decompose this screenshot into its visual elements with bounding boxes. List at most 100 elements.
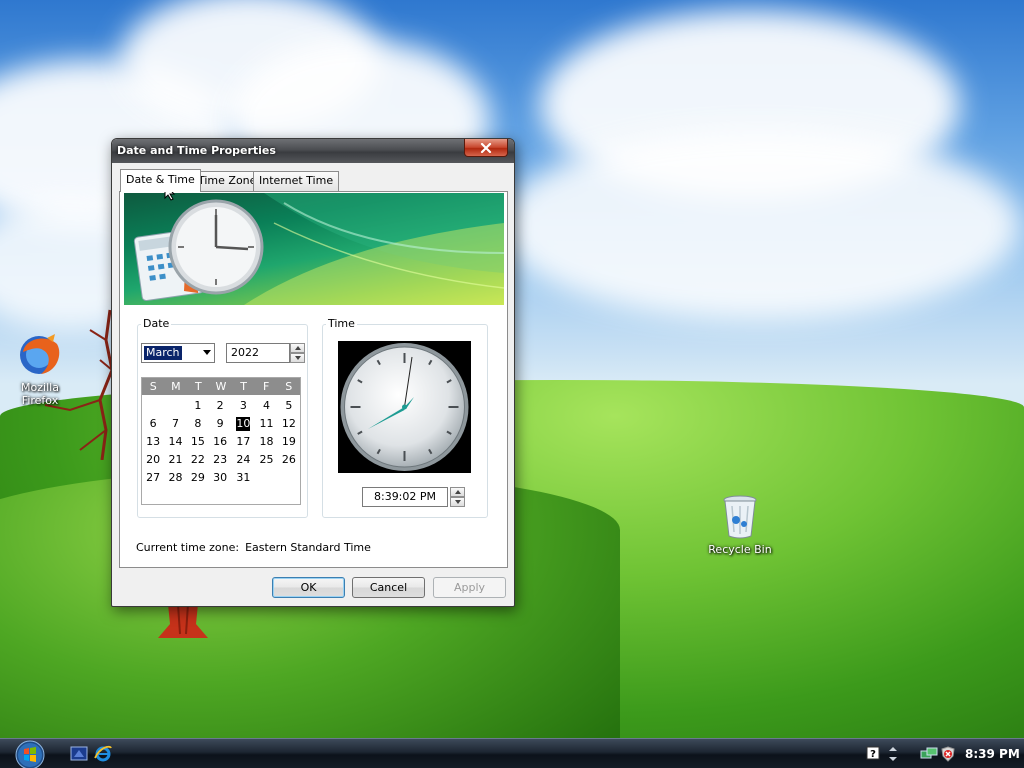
dialog-title: Date and Time Properties xyxy=(117,144,276,157)
calendar-day[interactable]: 10 xyxy=(236,417,251,431)
tray-arrows-icon[interactable] xyxy=(888,746,898,762)
calendar-day[interactable]: 1 xyxy=(187,397,209,415)
calendar-day[interactable]: 14 xyxy=(164,433,186,451)
date-time-banner xyxy=(124,193,504,305)
calendar-day[interactable]: 30 xyxy=(209,469,231,487)
weekday-header: S M TWT F S xyxy=(142,378,300,395)
title-bar[interactable]: Date and Time Properties xyxy=(112,139,514,163)
chevron-down-icon xyxy=(454,500,461,504)
calendar-empty-cell xyxy=(164,397,186,415)
calendar-day[interactable]: 11 xyxy=(255,415,277,433)
calendar-day[interactable]: 13 xyxy=(142,433,164,451)
date-group: Date March 2022 SMTWTFS 1 2 3 4 5 6 7 8 9 10 11 12 1… xyxy=(137,317,308,518)
calendar-day[interactable]: 25 xyxy=(255,451,277,469)
close-icon xyxy=(480,142,492,153)
network-icon[interactable] xyxy=(920,746,938,760)
desktop-icon-recycle-bin[interactable]: Recycle Bin xyxy=(704,494,776,556)
tab-time-zone[interactable]: Time Zone xyxy=(192,171,263,191)
calendar-day[interactable]: 24 xyxy=(231,451,255,469)
desktop-icon-label: Recycle Bin xyxy=(708,543,772,556)
weekday-label: T xyxy=(195,380,202,393)
tree-trunk xyxy=(158,604,208,638)
recycle-bin-icon xyxy=(723,495,757,539)
weekday-label: M xyxy=(171,380,181,393)
taskbar: ? 8:39 PM xyxy=(0,738,1024,768)
close-button[interactable] xyxy=(464,139,508,157)
chevron-up-icon xyxy=(454,490,461,494)
calendar-day[interactable]: 17 xyxy=(231,433,255,451)
help-icon[interactable]: ? xyxy=(866,746,880,760)
weekday-label: F xyxy=(262,380,270,393)
year-spinner[interactable]: 2022 xyxy=(226,343,306,363)
calendar-day[interactable]: 22 xyxy=(187,451,209,469)
analog-clock-face xyxy=(340,343,469,471)
time-field[interactable]: 8:39:02 PM xyxy=(362,487,448,507)
calendar-day[interactable]: 8 xyxy=(187,415,209,433)
calendar-day[interactable]: 26 xyxy=(278,451,300,469)
current-tz-label: Current time zone: xyxy=(136,541,240,554)
cloud xyxy=(500,130,1020,320)
time-spin-buttons[interactable] xyxy=(450,487,465,507)
weekday-label: T xyxy=(240,380,247,393)
month-dropdown[interactable]: March xyxy=(141,343,215,363)
weekday-label: S xyxy=(285,380,293,393)
cancel-button[interactable]: Cancel xyxy=(352,577,425,598)
year-spin-buttons[interactable] xyxy=(290,343,305,363)
calendar-day[interactable]: 2 xyxy=(209,397,231,415)
current-time-zone: Current time zone: Eastern Standard Time xyxy=(136,541,377,554)
spin-down-button[interactable] xyxy=(450,497,465,507)
month-calendar[interactable]: SMTWTFS 1 2 3 4 5 6 7 8 9 10 11 12 13 14 15 16 17 18 19 20 2… xyxy=(141,377,301,505)
svg-text:?: ? xyxy=(870,749,876,760)
clock-graphic-icon xyxy=(168,199,264,295)
tab-date-and-time[interactable]: Date & Time xyxy=(120,169,201,192)
weekday-label: S xyxy=(149,380,157,393)
calendar-day[interactable]: 23 xyxy=(209,451,231,469)
calendar-day[interactable]: 7 xyxy=(164,415,186,433)
calendar-day[interactable]: 29 xyxy=(187,469,209,487)
security-shield-icon[interactable] xyxy=(940,746,956,762)
tab-panel: Date March 2022 SMTWTFS 1 2 3 4 5 6 7 8 9 10 11 12 1… xyxy=(119,191,508,568)
firefox-icon xyxy=(20,334,60,374)
chevron-up-icon xyxy=(294,346,301,350)
calendar-day[interactable]: 31 xyxy=(231,469,255,487)
spin-up-button[interactable] xyxy=(450,487,465,497)
calendar-empty-cell xyxy=(142,397,164,415)
calendar-day[interactable]: 19 xyxy=(278,433,300,451)
chevron-down-icon xyxy=(294,356,301,360)
calendar-days[interactable]: 1 2 3 4 5 6 7 8 9 10 11 12 13 14 15 16 17 18 19 20 21 22 23 24 2… xyxy=(142,397,300,487)
year-field[interactable]: 2022 xyxy=(226,343,290,363)
date-time-properties-dialog: Date and Time Properties Date & Time Tim… xyxy=(111,138,515,607)
current-tz-value: Eastern Standard Time xyxy=(245,541,371,554)
start-button-windows-icon[interactable] xyxy=(14,740,46,768)
desktop-icon-label: Mozilla Firefox xyxy=(21,381,59,407)
calendar-empty-cell xyxy=(278,469,300,487)
calendar-day[interactable]: 18 xyxy=(255,433,277,451)
show-desktop-icon[interactable] xyxy=(70,745,88,763)
calendar-day[interactable]: 27 xyxy=(142,469,164,487)
calendar-day[interactable]: 4 xyxy=(255,397,277,415)
time-spinner[interactable]: 8:39:02 PM xyxy=(362,487,465,507)
taskbar-clock[interactable]: 8:39 PM xyxy=(965,747,1020,761)
spin-up-button[interactable] xyxy=(290,343,305,353)
calendar-day[interactable]: 21 xyxy=(164,451,186,469)
calendar-day[interactable]: 5 xyxy=(278,397,300,415)
spin-down-button[interactable] xyxy=(290,353,305,363)
date-group-label: Date xyxy=(141,317,172,330)
calendar-day[interactable]: 28 xyxy=(164,469,186,487)
calendar-day[interactable]: 12 xyxy=(278,415,300,433)
calendar-day[interactable]: 9 xyxy=(209,415,231,433)
calendar-day[interactable]: 3 xyxy=(231,397,255,415)
apply-button[interactable]: Apply xyxy=(433,577,506,598)
calendar-day[interactable]: 15 xyxy=(187,433,209,451)
tab-internet-time[interactable]: Internet Time xyxy=(253,171,340,191)
desktop-icon-firefox[interactable]: Mozilla Firefox xyxy=(4,332,76,407)
ok-button[interactable]: OK xyxy=(272,577,345,598)
internet-explorer-icon[interactable] xyxy=(94,745,112,763)
time-group-label: Time xyxy=(326,317,357,330)
weekday-label: W xyxy=(215,380,227,393)
analog-clock xyxy=(338,341,471,473)
calendar-empty-cell xyxy=(255,469,277,487)
calendar-day[interactable]: 20 xyxy=(142,451,164,469)
calendar-day[interactable]: 6 xyxy=(142,415,164,433)
calendar-day[interactable]: 16 xyxy=(209,433,231,451)
